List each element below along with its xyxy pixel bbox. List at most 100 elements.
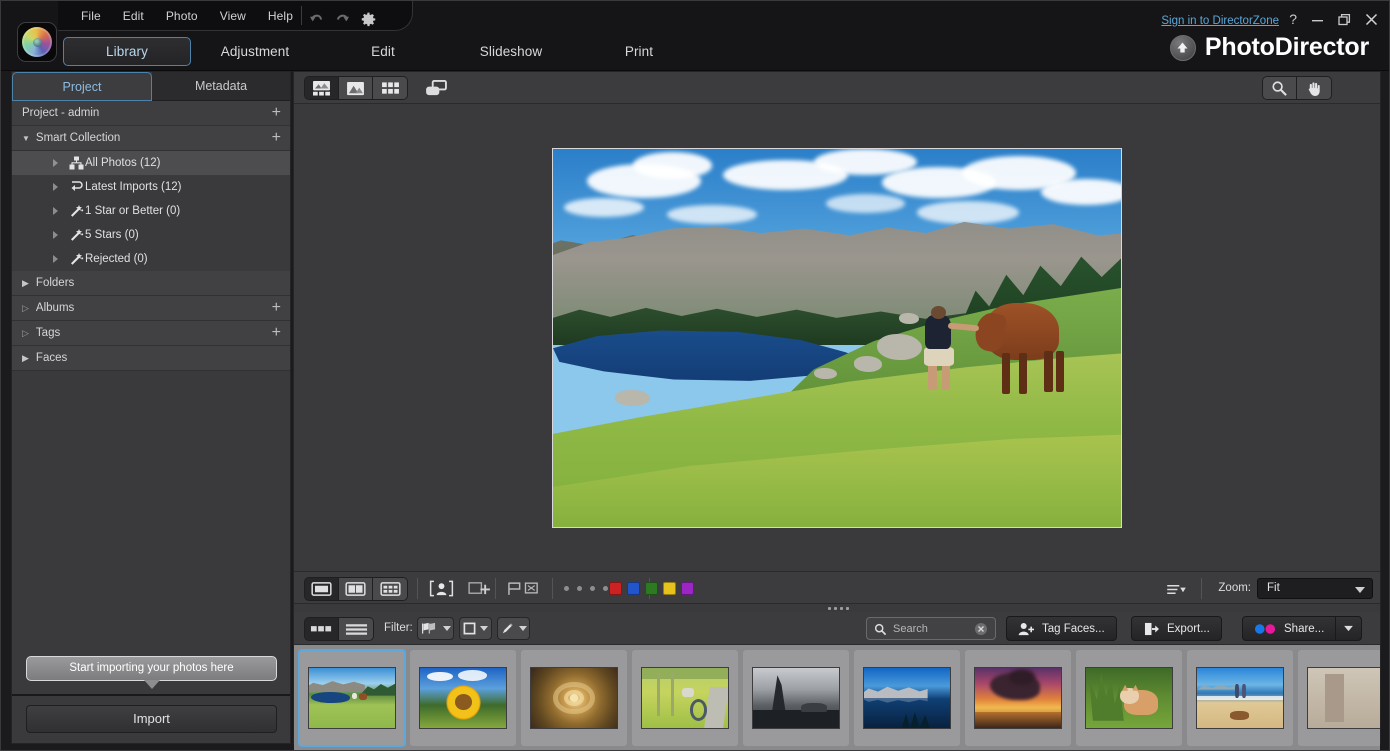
share-main[interactable]: Share... <box>1243 617 1335 640</box>
add-smart-collection-button[interactable]: + <box>272 130 281 146</box>
sort-list-icon[interactable] <box>1161 577 1191 601</box>
add-region-icon[interactable] <box>464 576 494 600</box>
color-label-swatch[interactable] <box>681 582 694 595</box>
library-view-icon[interactable] <box>305 77 339 99</box>
thumbnail-item[interactable] <box>631 649 739 747</box>
share-dropdown-button[interactable] <box>1335 617 1361 640</box>
flag-reject-icon[interactable] <box>503 576 545 600</box>
share-button[interactable]: Share... <box>1242 616 1363 641</box>
thumbnail-list-icon[interactable] <box>305 618 339 640</box>
tab-library[interactable]: Library <box>63 37 191 66</box>
thumbnail-item[interactable] <box>853 649 961 747</box>
menu-item-view[interactable]: View <box>209 8 257 24</box>
rating-dot[interactable] <box>603 586 608 591</box>
thumbnail-image <box>1085 667 1173 729</box>
thumbnail-item[interactable] <box>1297 649 1380 747</box>
flag-filter-button[interactable] <box>417 617 454 640</box>
clear-icon[interactable] <box>974 622 988 636</box>
tab-print[interactable]: Print <box>575 37 703 66</box>
face-bracket-icon[interactable] <box>426 576 456 600</box>
color-label-swatch[interactable] <box>663 582 676 595</box>
search-box[interactable] <box>866 617 996 640</box>
menu-item-file[interactable]: File <box>70 8 112 24</box>
thumbnail-item[interactable] <box>1075 649 1183 747</box>
redo-icon[interactable] <box>335 13 350 26</box>
app-logo <box>17 22 57 62</box>
gear-icon[interactable] <box>361 12 376 27</box>
photo-man-shorts <box>924 347 954 367</box>
thumbnail-item[interactable] <box>520 649 628 747</box>
sidebar-section-tags[interactable]: ▷ Tags + <box>12 321 290 346</box>
menu-item-edit[interactable]: Edit <box>112 8 155 24</box>
smart-collection-section[interactable]: ▼ Smart Collection + <box>12 126 290 151</box>
two-pane-icon[interactable] <box>339 578 373 600</box>
panel-tab-metadata[interactable]: Metadata <box>152 72 290 101</box>
main-photo <box>552 147 1122 528</box>
signin-link[interactable]: Sign in to DirectorZone <box>1161 15 1279 27</box>
restore-button[interactable] <box>1338 13 1351 26</box>
sidebar-item-1-star-or-better[interactable]: 1 Star or Better (0) <box>12 199 290 223</box>
add-album-button[interactable]: + <box>272 300 281 316</box>
tab-slideshow[interactable]: Slideshow <box>447 37 575 66</box>
project-header-label: Project - admin <box>22 107 100 119</box>
tag-faces-button[interactable]: Tag Faces... <box>1006 616 1117 641</box>
help-button[interactable]: ? <box>1289 12 1297 26</box>
panel-resize-grip[interactable] <box>825 605 851 612</box>
minimize-button[interactable] <box>1311 13 1324 26</box>
filmstrip[interactable] <box>294 645 1380 750</box>
rating-filter-button[interactable] <box>459 617 492 640</box>
star-wand-icon <box>69 204 84 218</box>
thumbnail-image <box>863 667 951 729</box>
color-label-swatch[interactable] <box>609 582 622 595</box>
add-tag-button[interactable]: + <box>272 325 281 341</box>
menu-item-help[interactable]: Help <box>257 8 304 24</box>
multi-pane-icon[interactable] <box>373 578 407 600</box>
list-mode-group <box>304 617 374 641</box>
sidebar-section-folders[interactable]: ▶ Folders <box>12 271 290 296</box>
search-icon <box>874 623 887 636</box>
color-label-swatch[interactable] <box>627 582 640 595</box>
import-button[interactable]: Import <box>26 705 277 733</box>
zoom-select[interactable]: Fit <box>1257 578 1373 599</box>
undo-icon[interactable] <box>309 13 324 26</box>
panel-tab-project[interactable]: Project <box>12 72 152 101</box>
smart-collection-label: Smart Collection <box>35 132 121 144</box>
chevron-right-icon: ▷ <box>22 302 29 313</box>
thumbnail-item[interactable] <box>964 649 1072 747</box>
search-input[interactable] <box>893 620 971 638</box>
edit-filter-button[interactable] <box>497 617 530 640</box>
sidebar-item-rejected[interactable]: Rejected (0) <box>12 247 290 271</box>
single-pane-icon[interactable] <box>305 578 339 600</box>
tag-faces-label: Tag Faces... <box>1042 622 1105 635</box>
photo-viewer[interactable] <box>294 104 1380 571</box>
rating-dot[interactable] <box>577 586 582 591</box>
hand-icon[interactable] <box>1297 77 1331 99</box>
import-hint-tooltip[interactable]: Start importing your photos here <box>26 656 277 689</box>
thumbnail-item[interactable] <box>409 649 517 747</box>
thumbnail-item[interactable] <box>298 649 406 747</box>
sidebar-item-latest-imports[interactable]: Latest Imports (12) <box>12 175 290 199</box>
thumbnail-item[interactable] <box>742 649 850 747</box>
tab-edit[interactable]: Edit <box>319 37 447 66</box>
tab-adjustment[interactable]: Adjustment <box>191 37 319 66</box>
menu-item-photo[interactable]: Photo <box>155 8 209 24</box>
rating-dot[interactable] <box>564 586 569 591</box>
rating-dot[interactable] <box>590 586 595 591</box>
sidebar-section-faces[interactable]: ▶ Faces <box>12 346 290 371</box>
share-label: Share... <box>1284 622 1325 635</box>
sidebar-item-5-stars[interactable]: 5 Stars (0) <box>12 223 290 247</box>
add-project-button[interactable]: + <box>272 105 281 121</box>
magnifier-icon[interactable] <box>1263 77 1297 99</box>
single-photo-icon[interactable] <box>339 77 373 99</box>
detail-list-icon[interactable] <box>339 618 373 640</box>
sidebar-item-all-photos[interactable]: All Photos (12) <box>12 151 290 175</box>
sidebar-section-albums[interactable]: ▷ Albums + <box>12 296 290 321</box>
grid-view-icon[interactable] <box>373 77 407 99</box>
export-button[interactable]: Export... <box>1131 616 1222 641</box>
compare-window-icon[interactable] <box>421 76 451 100</box>
sidebar-item-label: 5 Stars (0) <box>85 229 139 241</box>
color-label-swatch[interactable] <box>645 582 658 595</box>
thumbnail-item[interactable] <box>1186 649 1294 747</box>
close-button[interactable] <box>1365 13 1378 26</box>
window-controls: ? <box>1289 12 1378 26</box>
